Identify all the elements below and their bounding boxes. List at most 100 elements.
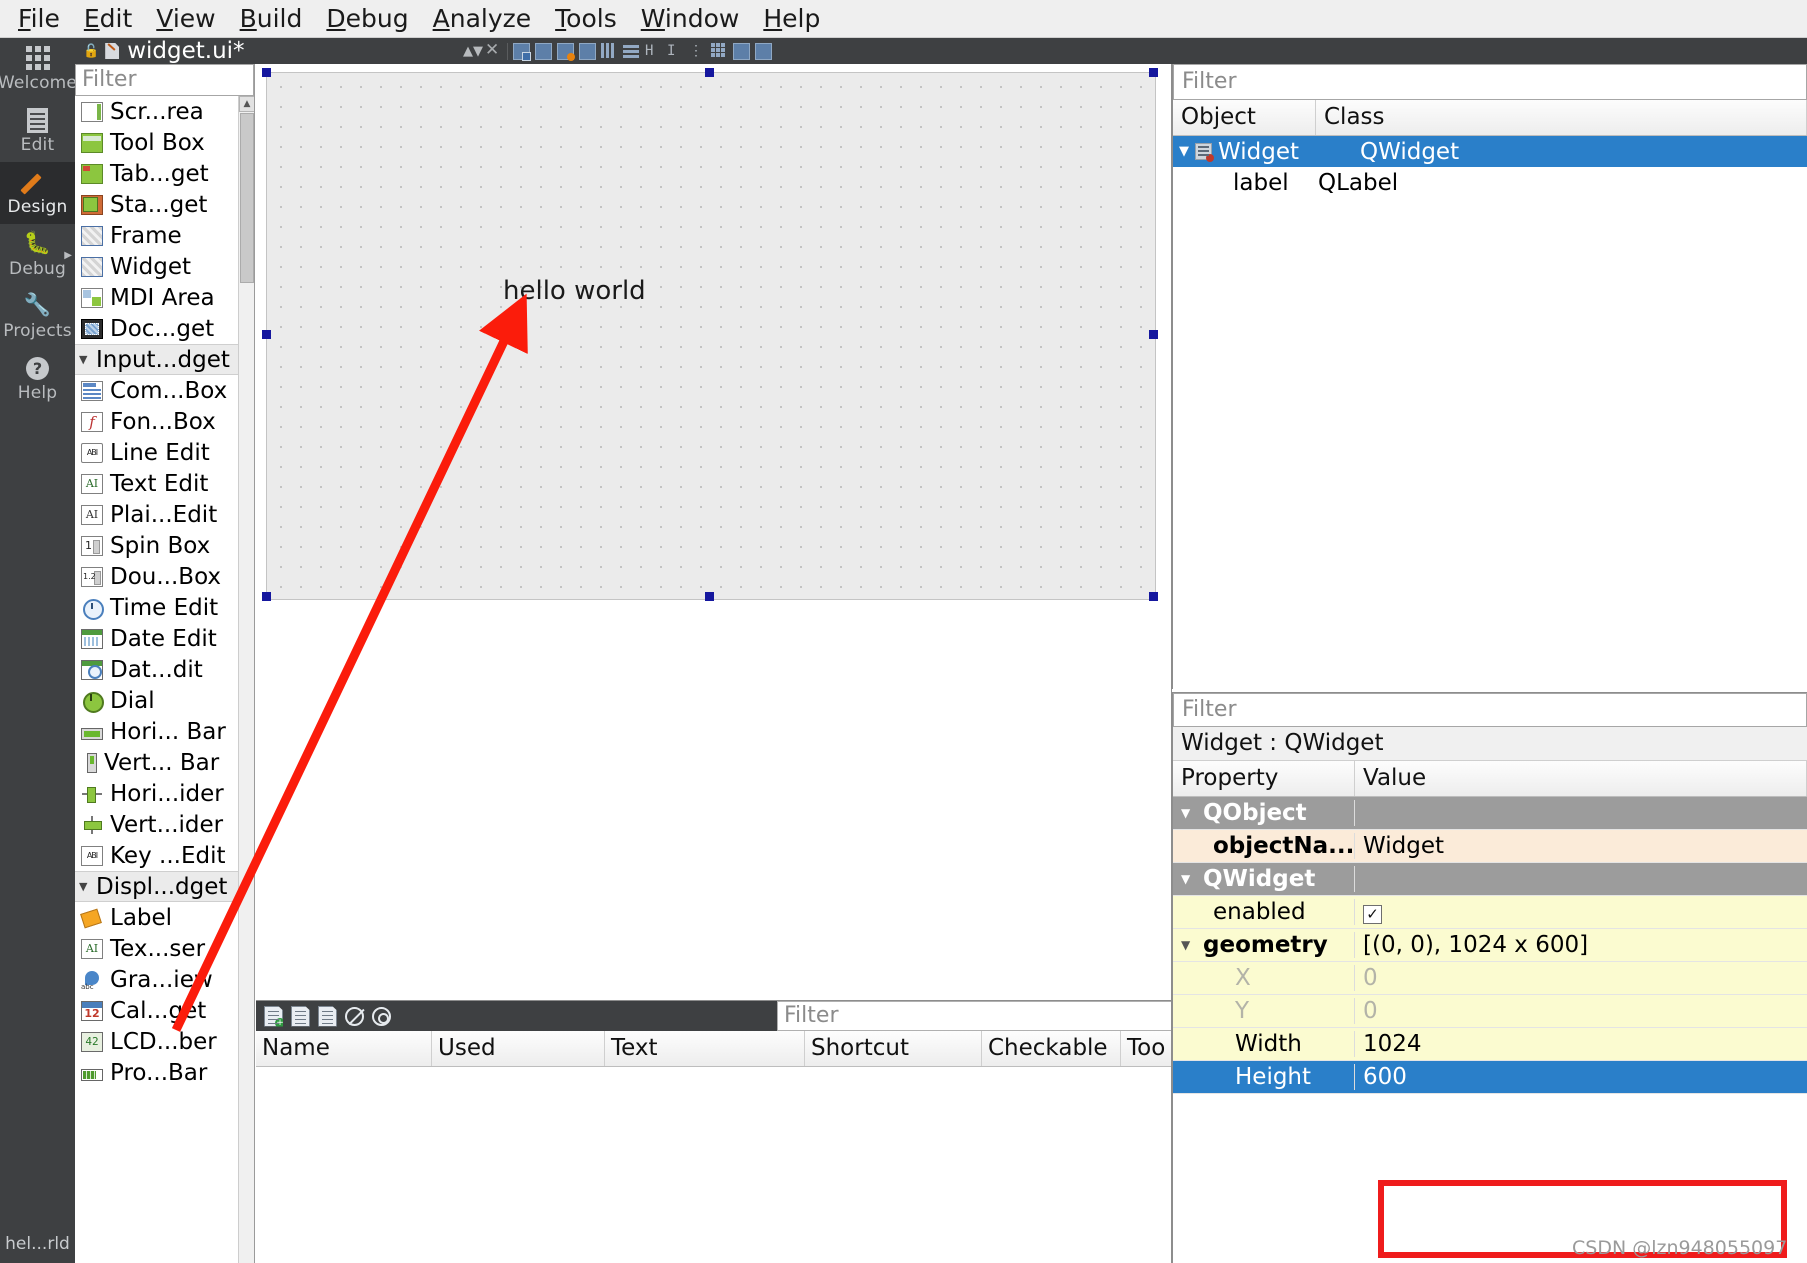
property-editor-filter-input[interactable]: Filter [1173, 693, 1807, 727]
widget-box-item-9[interactable]: Com...Box [75, 375, 254, 406]
selection-handle-bottom-right[interactable] [1149, 592, 1158, 601]
widget-box-item-10[interactable]: Fon...Box [75, 406, 254, 437]
widget-box-item-3[interactable]: Sta...get [75, 189, 254, 220]
column-header-shortcut[interactable]: Shortcut [805, 1031, 982, 1066]
property-value[interactable]: [(0, 0), 1024 x 600] [1355, 932, 1807, 958]
chevron-down-icon[interactable]: ▼ [1173, 144, 1195, 159]
selection-handle-top-center[interactable] [705, 68, 714, 77]
sidebar-item-edit[interactable]: Edit [0, 100, 75, 162]
chevron-down-icon[interactable]: ▼ [79, 353, 91, 366]
widget-box-item-6[interactable]: MDI Area [75, 282, 254, 313]
menu-item-window[interactable]: Window [631, 0, 750, 38]
action-editor-filter-input[interactable]: Filter [777, 1001, 1172, 1031]
property-row-geometry[interactable]: ▼ geometry [(0, 0), 1024 x 600] [1173, 929, 1807, 962]
edit-signals-slots-icon[interactable] [535, 42, 552, 60]
unlocked-padlock-icon[interactable]: 🔓 [83, 44, 99, 59]
widget-box-item-20[interactable]: Hori... Bar [75, 716, 254, 747]
property-row-objectname[interactable]: objectNa... Widget [1173, 830, 1807, 863]
widget-box-item-19[interactable]: Dial [75, 685, 254, 716]
edit-buddies-icon[interactable] [557, 42, 575, 61]
widget-box-item-27[interactable]: Tex...ser [75, 933, 254, 964]
layout-horizontally-icon[interactable] [601, 42, 618, 60]
object-tree-row-label[interactable]: label QLabel [1173, 167, 1807, 198]
split-selector-icon[interactable]: ▲▼ [463, 43, 483, 60]
layout-splitter-vertical-icon[interactable]: I [667, 43, 684, 60]
layout-grid-icon[interactable] [711, 42, 728, 60]
property-row-enabled[interactable]: enabled ✓ [1173, 896, 1807, 929]
navigate-action-icon[interactable] [372, 1006, 391, 1026]
scroll-up-arrow-icon[interactable]: ▲ [239, 96, 254, 112]
property-value[interactable]: 600 [1355, 1064, 1807, 1090]
widget-box-item-17[interactable]: Date Edit [75, 623, 254, 654]
column-header-used[interactable]: Used [432, 1031, 605, 1066]
widget-box-item-7[interactable]: Doc...get [75, 313, 254, 344]
sidebar-item-projects[interactable]: 🔧 Projects [0, 286, 75, 348]
selection-handle-top-left[interactable] [262, 68, 271, 77]
column-header-tooltip[interactable]: Too [1121, 1031, 1172, 1066]
widget-box-item-0[interactable]: Scr...rea [75, 96, 254, 127]
scrollbar-thumb[interactable] [240, 113, 254, 283]
widget-box-item-21[interactable]: Vert... Bar [75, 747, 254, 778]
chevron-down-icon[interactable]: ▼ [79, 880, 91, 893]
widget-box-item-15[interactable]: Dou...Box [75, 561, 254, 592]
column-header-class[interactable]: Class [1316, 100, 1807, 135]
panel-divider[interactable] [1171, 64, 1172, 1263]
widget-box-item-16[interactable]: Time Edit [75, 592, 254, 623]
widget-box-item-28[interactable]: Gra...iew [75, 964, 254, 995]
column-header-text[interactable]: Text [605, 1031, 805, 1066]
widget-box-item-11[interactable]: Line Edit [75, 437, 254, 468]
copy-action-icon[interactable] [291, 1005, 310, 1027]
layout-vertically-icon[interactable] [623, 43, 640, 60]
break-layout-icon[interactable] [733, 42, 750, 60]
delete-action-icon[interactable] [345, 1006, 364, 1026]
widget-box-item-22[interactable]: Hori...ider [75, 778, 254, 809]
property-group-qobject[interactable]: ▼ QObject [1173, 797, 1807, 830]
widget-box-item-1[interactable]: Tool Box [75, 127, 254, 158]
layout-form-icon[interactable]: ⋮ [689, 43, 706, 60]
sidebar-item-debug[interactable]: 🐛 Debug ▶ [0, 224, 75, 286]
column-header-property[interactable]: Property [1173, 761, 1355, 796]
menu-item-file[interactable]: File [8, 0, 70, 38]
widget-box-group-25[interactable]: ▼ Displ...dget [75, 871, 254, 902]
adjust-size-icon[interactable] [755, 42, 772, 60]
widget-box-filter-input[interactable]: Filter [75, 64, 254, 96]
editor-tab-title[interactable]: widget.ui* [127, 38, 244, 64]
property-row-width[interactable]: Width 1024 [1173, 1028, 1807, 1061]
new-action-icon[interactable]: + [264, 1005, 283, 1027]
menu-item-view[interactable]: View [146, 0, 225, 38]
widget-box-scrollbar[interactable]: ▲ [238, 96, 254, 1263]
column-header-value[interactable]: Value [1355, 761, 1807, 796]
column-header-checkable[interactable]: Checkable [982, 1031, 1121, 1066]
widget-box-item-23[interactable]: Vert...ider [75, 809, 254, 840]
property-group-qwidget[interactable]: ▼ QWidget [1173, 863, 1807, 896]
property-row-x[interactable]: X 0 [1173, 962, 1807, 995]
widget-box-item-14[interactable]: Spin Box [75, 530, 254, 561]
layout-splitter-horizontal-icon[interactable]: H [645, 43, 662, 60]
chevron-down-icon[interactable]: ▼ [1181, 872, 1197, 886]
close-icon[interactable]: ✕ [485, 41, 502, 60]
widget-box-item-5[interactable]: Widget [75, 251, 254, 282]
sidebar-item-design[interactable]: Design [0, 162, 75, 224]
menu-item-edit[interactable]: Edit [74, 0, 142, 38]
menu-item-build[interactable]: Build [230, 0, 313, 38]
menu-item-debug[interactable]: Debug [316, 0, 418, 38]
property-value[interactable]: 0 [1355, 998, 1807, 1024]
sidebar-item-help[interactable]: ? Help [0, 348, 75, 410]
chevron-down-icon[interactable]: ▼ [1181, 806, 1197, 820]
edit-tab-order-icon[interactable] [579, 42, 596, 60]
form-label-hello-world[interactable]: hello world [503, 276, 646, 306]
selection-handle-middle-right[interactable] [1149, 330, 1158, 339]
menu-item-help[interactable]: Help [753, 0, 830, 38]
chevron-down-icon[interactable]: ▼ [1181, 938, 1197, 952]
selection-handle-top-right[interactable] [1149, 68, 1158, 77]
widget-box-item-4[interactable]: Frame [75, 220, 254, 251]
widget-box-item-24[interactable]: Key ...Edit [75, 840, 254, 871]
widget-box-group-8[interactable]: ▼ Input...dget [75, 344, 254, 375]
edit-widgets-icon[interactable] [513, 42, 531, 61]
object-tree-row-widget[interactable]: ▼ Widget QWidget [1173, 136, 1807, 167]
property-value[interactable]: 1024 [1355, 1031, 1807, 1057]
widget-box-item-18[interactable]: Dat...dit [75, 654, 254, 685]
menu-item-tools[interactable]: Tools [545, 0, 627, 38]
form-canvas[interactable]: hello world [256, 64, 1172, 1000]
menu-item-analyze[interactable]: Analyze [423, 0, 542, 38]
